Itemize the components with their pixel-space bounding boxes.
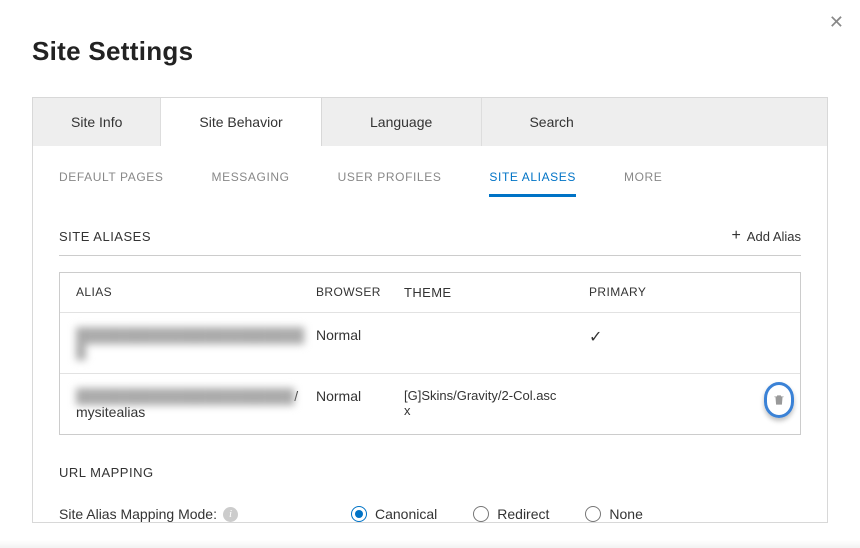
tab-site-behavior[interactable]: Site Behavior [161,98,321,146]
col-header-alias: ALIAS [76,285,316,300]
radio-canonical[interactable]: Canonical [351,506,437,522]
plus-icon: + [731,227,740,245]
radio-label: Canonical [375,506,437,522]
tab-search[interactable]: Search [482,98,622,146]
cell-theme: [G]Skins/Gravity/2-Col.ascx [404,388,559,418]
table-row[interactable]: ████████████████████████ Normal ✓ [60,313,800,373]
check-icon: ✓ [589,329,602,346]
radio-redirect[interactable]: Redirect [473,506,549,522]
mapping-mode-label: Site Alias Mapping Mode: [59,506,217,522]
alias-redacted: ██████████████████████ [76,388,294,404]
delete-alias-button[interactable] [764,382,794,418]
main-tabs: Site Info Site Behavior Language Search [33,98,827,146]
radio-label: Redirect [497,506,549,522]
subtab-messaging[interactable]: MESSAGING [212,160,290,197]
close-icon[interactable]: ✕ [829,12,844,33]
page-title: Site Settings [0,0,860,97]
table-header-row: ALIAS BROWSER THEME PRIMARY [60,273,800,313]
radio-none[interactable]: None [585,506,642,522]
alias-redacted: ████████████████████████ [76,327,304,359]
col-header-browser: BROWSER [316,285,404,300]
url-mapping-section: URL MAPPING Site Alias Mapping Mode: i C… [59,465,801,522]
tab-site-info[interactable]: Site Info [33,98,161,146]
add-alias-label: Add Alias [747,229,801,244]
cell-browser: Normal [316,388,404,404]
section-title-site-aliases: SITE ALIASES [59,229,151,244]
info-icon[interactable]: i [223,507,238,522]
settings-panel: Site Info Site Behavior Language Search … [32,97,828,523]
col-header-primary: PRIMARY [559,285,709,300]
bottom-shadow [0,540,860,548]
subtab-site-aliases[interactable]: SITE ALIASES [489,160,576,197]
cell-browser: Normal [316,327,404,343]
trash-icon [772,393,786,407]
tab-language[interactable]: Language [322,98,482,146]
sub-tabs: DEFAULT PAGES MESSAGING USER PROFILES SI… [33,146,827,197]
alias-table: ALIAS BROWSER THEME PRIMARY ████████████… [59,272,801,435]
url-mapping-title: URL MAPPING [59,465,801,480]
col-header-theme: THEME [404,285,559,300]
subtab-more[interactable]: MORE [624,160,662,197]
subtab-user-profiles[interactable]: USER PROFILES [338,160,442,197]
radio-icon [351,506,367,522]
radio-icon [585,506,601,522]
subtab-default-pages[interactable]: DEFAULT PAGES [59,160,164,197]
table-row[interactable]: ██████████████████████/mysitealias Norma… [60,373,800,434]
add-alias-button[interactable]: + Add Alias [731,227,801,245]
mapping-mode-radio-group: Canonical Redirect None [351,506,643,522]
radio-label: None [609,506,642,522]
radio-icon [473,506,489,522]
